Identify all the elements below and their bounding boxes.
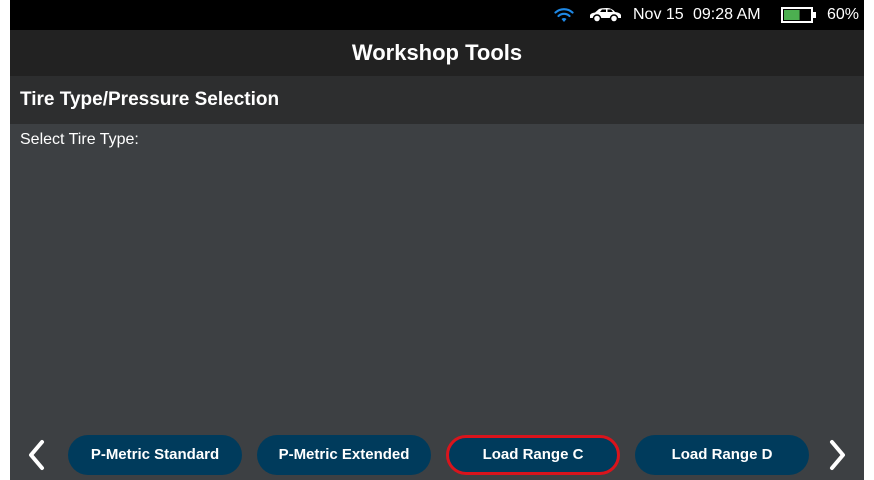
content-area: Select Tire Type: xyxy=(10,124,864,424)
option-label: P-Metric Extended xyxy=(278,446,410,463)
wifi-icon xyxy=(554,8,574,22)
section-header: Tire Type/Pressure Selection xyxy=(10,76,864,124)
device-screen: Nov 15 09:28 AM 60% Workshop Tools Tire … xyxy=(10,0,864,480)
chevron-right-icon xyxy=(830,440,845,470)
section-title: Tire Type/Pressure Selection xyxy=(20,89,280,110)
app-title-bar: Workshop Tools xyxy=(10,30,864,76)
status-date: Nov 15 xyxy=(633,6,684,23)
next-button[interactable] xyxy=(822,437,852,473)
chevron-left-icon xyxy=(29,440,44,470)
app-title: Workshop Tools xyxy=(351,40,523,65)
battery-icon xyxy=(781,7,816,23)
previous-button[interactable] xyxy=(22,437,52,473)
option-p-metric-standard[interactable]: P-Metric Standard xyxy=(68,435,242,475)
status-bar: Nov 15 09:28 AM 60% xyxy=(10,0,864,30)
option-label: P-Metric Standard xyxy=(90,446,220,463)
option-label: Load Range C xyxy=(482,446,584,463)
select-prompt: Select Tire Type: xyxy=(20,131,139,148)
car-icon xyxy=(590,8,621,23)
option-load-range-d[interactable]: Load Range D xyxy=(635,435,809,475)
option-load-range-c[interactable]: Load Range C xyxy=(446,435,620,475)
status-time: 09:28 AM xyxy=(693,6,761,23)
option-p-metric-extended[interactable]: P-Metric Extended xyxy=(257,435,431,475)
option-label: Load Range D xyxy=(671,446,773,463)
battery-percent: 60% xyxy=(827,6,860,23)
